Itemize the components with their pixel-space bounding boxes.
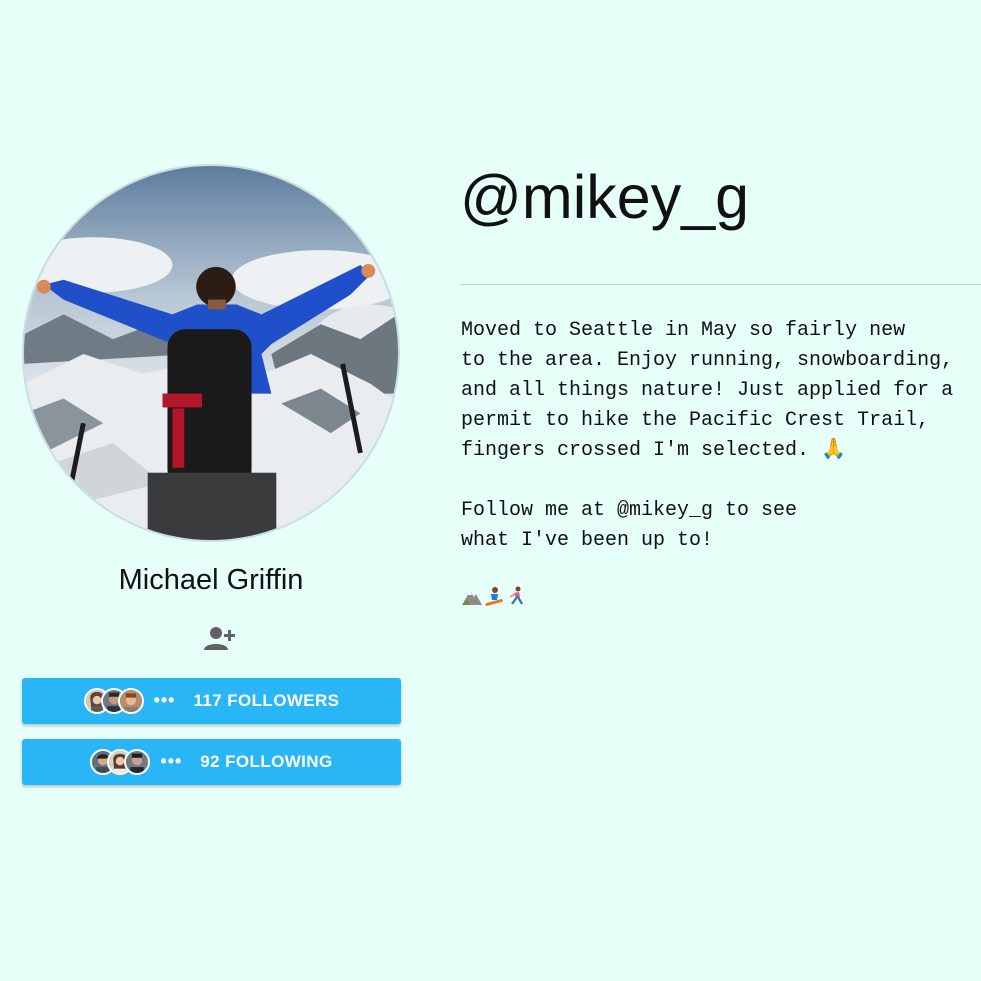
runner-icon <box>509 586 523 605</box>
following-label: 92 FOLLOWING <box>200 752 333 771</box>
profile-avatar <box>22 164 400 542</box>
bio-line: permit to hike the Pacific Crest Trail, <box>461 409 930 432</box>
bio-line: what I've been up to! <box>461 529 714 552</box>
divider <box>460 284 981 285</box>
following-button[interactable]: ••• 92 FOLLOWING <box>22 739 401 785</box>
hiker-photo <box>24 166 398 540</box>
avatar <box>124 749 151 775</box>
avatar <box>117 688 144 714</box>
bio-line: and all things nature! Just applied for … <box>461 379 954 402</box>
person-add-icon <box>204 627 235 650</box>
followers-label: 117 FOLLOWERS <box>193 691 340 710</box>
bio-line: Moved to Seattle in May so fairly new <box>461 319 906 342</box>
display-name: Michael Griffin <box>118 564 304 596</box>
profile-bio: Moved to Seattle in May so fairly new to… <box>461 316 976 606</box>
bio-line: to the area. Enjoy running, snowboarding… <box>461 349 954 372</box>
more-dots: ••• <box>160 750 183 771</box>
following-avatars <box>90 749 151 775</box>
profile-page: Michael Griffin ••• 117 FOLLOWERS ••• 92… <box>0 0 981 981</box>
bio-emojis <box>461 586 976 606</box>
bio-line: Follow me at @mikey_g to see <box>461 499 798 522</box>
followers-button[interactable]: ••• 117 FOLLOWERS <box>22 678 401 724</box>
mountain-icon <box>462 591 482 605</box>
bio-line: fingers crossed I'm selected. 🙏 <box>461 439 846 462</box>
add-friend-button[interactable] <box>202 624 236 652</box>
profile-handle: @mikey_g <box>460 163 750 231</box>
more-dots: ••• <box>153 689 176 710</box>
snowboarder-icon <box>485 587 503 606</box>
follower-avatars <box>83 688 144 714</box>
